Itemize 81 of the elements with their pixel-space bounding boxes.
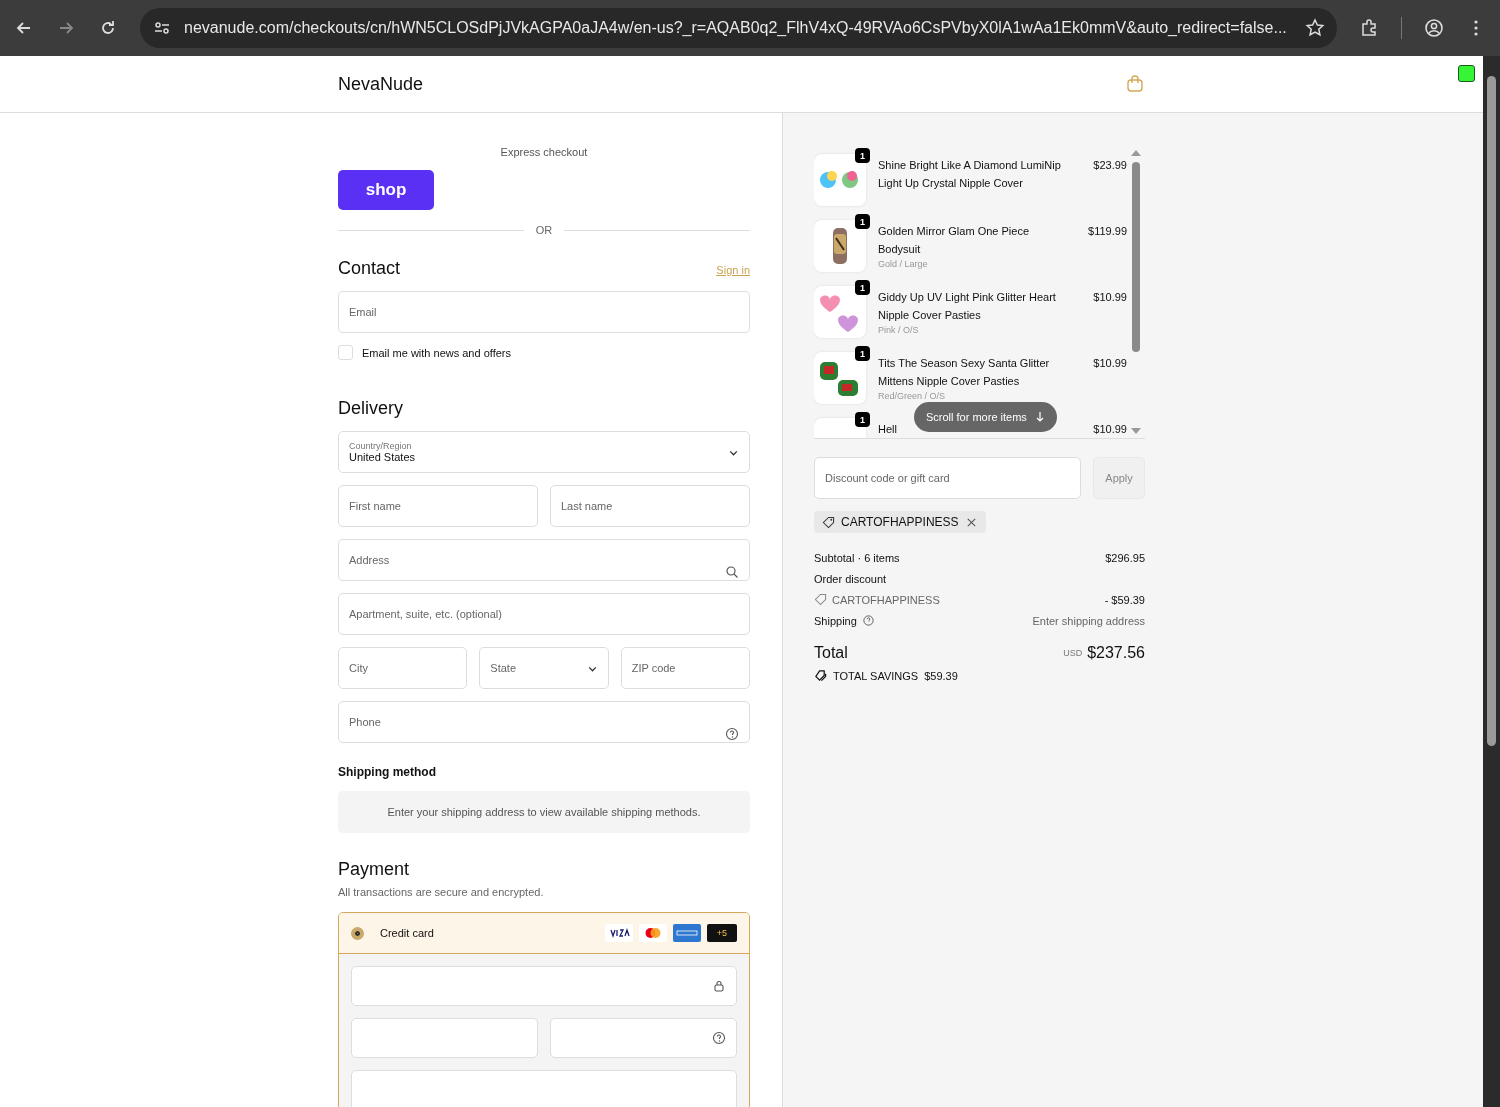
product-title: Tits The Season Sexy Santa Glitter Mittens Nipple Cover Pasties [878, 356, 1051, 389]
product-title: Hell [878, 422, 898, 437]
shipping-value: Enter shipping address [1032, 614, 1145, 627]
scroll-more-button[interactable]: Scroll for more items [914, 402, 1057, 432]
quantity-badge: 1 [855, 280, 870, 295]
city-field[interactable]: City [338, 647, 468, 689]
name-on-card-field[interactable] [351, 1070, 737, 1107]
help-icon[interactable] [712, 1031, 726, 1045]
currency-label: USD [1063, 648, 1083, 658]
help-icon[interactable] [861, 614, 875, 627]
quantity-badge: 1 [855, 148, 870, 163]
payment-subtitle: All transactions are secure and encrypted. [338, 886, 545, 898]
order-discount-label: Order discount [814, 572, 887, 585]
product-variant: Red/Green / O/S [878, 390, 947, 403]
discount-amount: - $59.39 [1104, 593, 1145, 606]
tag-icon [814, 593, 827, 606]
product-title: Golden Mirror Glam One Piece Bodysuit [878, 224, 1030, 257]
product-price: $10.99 [1092, 422, 1127, 437]
mastercard-icon [639, 924, 667, 942]
first-name-field[interactable]: First name [338, 485, 538, 527]
product-variant: Pink / O/S [878, 324, 920, 337]
product-variant: Gold / Large [878, 258, 929, 271]
bookmark-star-icon[interactable] [1305, 18, 1325, 38]
page-scrollbar[interactable] [1483, 56, 1500, 1107]
email-field[interactable]: Email [338, 291, 750, 333]
arrow-down-icon [1034, 411, 1045, 423]
url-text: nevanude.com/checkouts/cn/hWN5CLOSdPjJVkAGPA0aJA4w/en-us?_r=AQAB0q2_FlhV4xQ-49RVAo6CsPVbyX0lA1wAa1Ek0mmV&auto_redirect=false... [184, 19, 1288, 37]
extensions-icon[interactable] [1359, 18, 1379, 38]
address-field[interactable]: Address [338, 539, 750, 581]
total-savings-label: TOTAL SAVINGS [833, 669, 919, 682]
total-savings-amount: $59.39 [924, 669, 958, 682]
subtotal-amount: $296.95 [1105, 551, 1145, 564]
quantity-badge: 1 [855, 214, 870, 229]
section-title: Payment [338, 859, 411, 880]
product-price: $23.99 [1092, 158, 1127, 173]
more-cards-badge: +5 [707, 924, 737, 942]
discount-tag: CARTOFHAPPINESS [814, 511, 986, 533]
total-label: Total [814, 644, 848, 662]
state-select[interactable]: State [479, 647, 609, 689]
security-code-field[interactable] [550, 1018, 737, 1058]
section-title: Delivery [338, 398, 404, 419]
tag-icon [822, 515, 835, 529]
zip-code-field[interactable]: ZIP code [620, 647, 750, 689]
product-price: $10.99 [1092, 356, 1127, 371]
radio-button[interactable] [351, 926, 364, 940]
discount-code-label: CARTOFHAPPINESS [832, 593, 940, 606]
quantity-badge: 1 [855, 412, 870, 427]
country-select[interactable]: Country/Region United States [338, 431, 750, 473]
express-checkout-label: Express checkout [499, 146, 589, 158]
expiration-date-field[interactable] [351, 1018, 538, 1058]
subtotal-label: Subtotal · 6 items [814, 551, 900, 564]
tags-icon [814, 669, 827, 682]
product-title: Giddy Up UV Light Pink Glitter Heart Nipple Cover Pasties [878, 290, 1057, 323]
search-icon [725, 565, 739, 579]
section-title: Shipping method [338, 765, 437, 779]
shipping-label: Shipping [814, 614, 857, 627]
product-title: Shine Bright Like A Diamond LumiNip Light Up Crystal Nipple Cover [878, 158, 1062, 191]
lock-icon [712, 979, 726, 993]
product-price: $10.99 [1092, 290, 1127, 305]
card-number-field[interactable] [351, 966, 737, 1006]
quantity-badge: 1 [855, 346, 870, 361]
amex-card-icon [673, 924, 701, 942]
checkbox[interactable] [338, 345, 353, 360]
last-name-field[interactable]: Last name [550, 485, 750, 527]
section-title: Contact [338, 258, 401, 279]
visa-card-icon [605, 924, 633, 942]
shipping-notice: Enter your shipping address to view available shipping methods. [338, 791, 750, 833]
address-bar[interactable]: nevanude.com/checkouts/cn/hWN5CLOSdPjJVkAGPA0aJA4w/en-us?_r=AQAB0q2_FlhV4xQ-49RVAo6CsPVbyX0lA1wAa1Ek0mmV&auto_redirect=false... [140, 8, 1337, 48]
shop-pay-button[interactable]: shop [338, 170, 434, 210]
checkbox-label: Email me with news and offers [362, 346, 511, 359]
discount-code-field[interactable]: Discount code or gift card [814, 457, 1082, 499]
help-icon[interactable] [725, 727, 739, 741]
store-logo[interactable]: NevaNude [338, 73, 424, 95]
status-square [1458, 65, 1475, 82]
profile-icon[interactable] [1424, 18, 1444, 38]
phone-field[interactable]: Phone [338, 701, 750, 743]
credit-card-option[interactable]: Credit card +5 [339, 913, 749, 954]
product-price: $119.99 [1087, 224, 1127, 239]
apartment-field[interactable]: Apartment, suite, etc. (optional) [338, 593, 750, 635]
or-divider-text: OR [535, 224, 553, 236]
total-amount: $237.56 [1087, 644, 1145, 662]
